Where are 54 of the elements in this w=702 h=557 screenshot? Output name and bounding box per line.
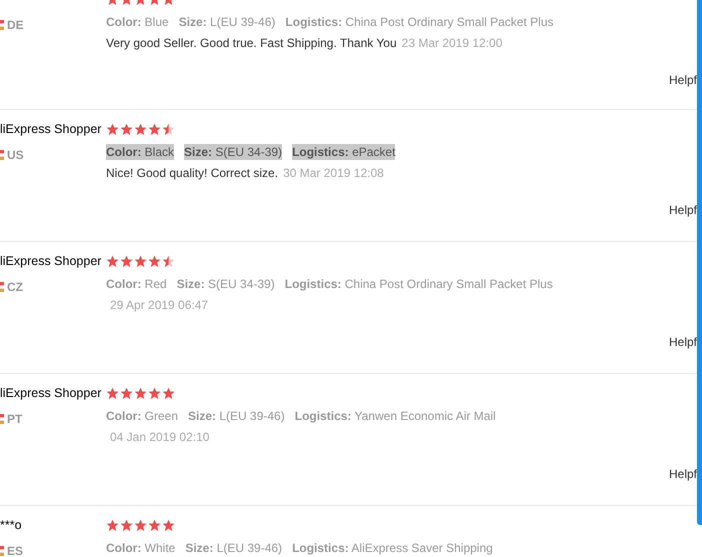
- attribute-text: Size: L(EU 39-46): [185, 540, 282, 556]
- helpful-link[interactable]: Helpf: [668, 467, 697, 481]
- star-icon: [162, 387, 175, 400]
- helpful-link[interactable]: Helpf: [668, 335, 697, 349]
- attribute-text: Size: L(EU 39-46): [188, 408, 285, 424]
- reviewer-name: liExpress Shopper: [0, 122, 102, 136]
- star-icon: [120, 123, 133, 136]
- star-icon: [120, 519, 133, 532]
- reviewer-name: liExpress Shopper: [0, 254, 102, 268]
- attribute-text: Logistics: China Post Ordinary Small Packet Plus: [284, 276, 553, 292]
- star-icon: [106, 387, 119, 400]
- star-icon: [106, 123, 119, 136]
- star-icon: [148, 519, 161, 532]
- reviewer-name: ***o: [0, 518, 22, 532]
- attribute-text: Logistics: AliExpress Saver Shipping: [292, 540, 493, 556]
- attribute-text: Color: Blue: [106, 14, 169, 30]
- review-date: 23 Mar 2019 12:00: [402, 36, 502, 50]
- attribute-text: Logistics: ePacket: [292, 144, 396, 160]
- star-icon: [134, 255, 147, 268]
- star-icon: [106, 255, 119, 268]
- country-code: PT: [7, 412, 22, 426]
- country-code: ES: [7, 544, 24, 557]
- review-comment: Very good Seller. Good true. Fast Shipping. Thank You: [106, 36, 397, 50]
- star-icon: [162, 255, 175, 268]
- attribute-text: Logistics: China Post Ordinary Small Packet Plus: [285, 14, 554, 30]
- attribute-text: Color: Green: [106, 408, 178, 424]
- star-icon: [162, 519, 175, 532]
- star-icon: [134, 123, 147, 136]
- review-comment: Nice! Good quality! Correct size.: [106, 166, 278, 180]
- review-date: 04 Jan 2019 02:10: [110, 430, 210, 444]
- attribute-text: Color: Black: [106, 144, 174, 160]
- attribute-text: Logistics: Yanwen Economic Air Mail: [294, 408, 496, 424]
- attribute-text: Size: S(EU 34-39): [176, 276, 275, 292]
- reviewer-name: liExpress Shopper: [0, 386, 102, 400]
- country-code: CZ: [7, 280, 23, 294]
- star-icon: [148, 387, 161, 400]
- attribute-text: Size: S(EU 34-39): [184, 144, 282, 160]
- attribute-text: Size: L(EU 39-46): [178, 14, 276, 30]
- star-icon: [162, 123, 175, 136]
- star-icon: [120, 387, 133, 400]
- review-date: 29 Apr 2019 06:47: [110, 298, 208, 312]
- star-icon: [148, 123, 161, 136]
- star-icon: [106, 519, 119, 532]
- star-icon: [134, 387, 147, 400]
- attribute-text: Color: Red: [106, 276, 167, 292]
- helpful-link[interactable]: Helpf: [668, 73, 697, 87]
- country-code: US: [7, 148, 24, 162]
- star-icon: [134, 519, 147, 532]
- review-date: 30 Mar 2019 12:08: [283, 166, 384, 180]
- star-icon: [120, 255, 133, 268]
- attribute-text: Color: White: [106, 540, 176, 556]
- country-code: DE: [7, 18, 24, 32]
- helpful-link[interactable]: Helpf: [668, 203, 697, 217]
- star-icon: [148, 255, 161, 268]
